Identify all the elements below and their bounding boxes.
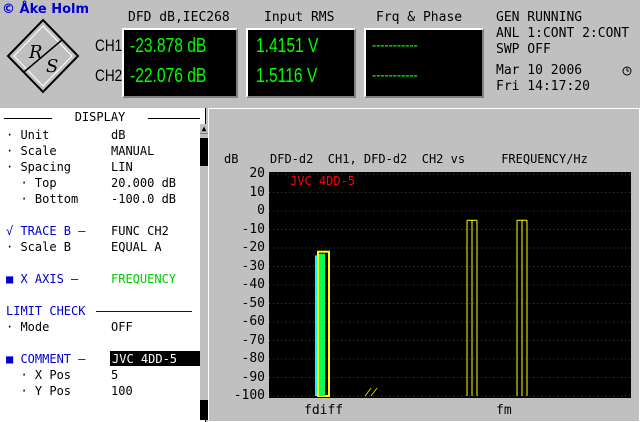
graph-title: DFD-d2 CH1, DFD-d2 CH2 vs FREQUENCY/Hz — [270, 152, 588, 166]
y-tick-label: -70 — [241, 332, 265, 348]
bar-ch1-fdiff-fill — [319, 253, 325, 396]
svg-text:R: R — [28, 42, 43, 63]
ch2-rms-value: 1.5116 V — [256, 65, 318, 87]
scroll-up-icon[interactable]: ▲ — [200, 124, 208, 134]
plot-svg — [269, 173, 631, 397]
col-title-freq: Frq & Phase — [376, 10, 463, 25]
title-rule-left — [4, 118, 52, 119]
y-tick-label: -30 — [241, 258, 265, 274]
col-title-dfd: DFD dB,IEC268 — [128, 10, 230, 25]
y-tick-label: -40 — [241, 277, 265, 292]
y-tick-label: -20 — [241, 240, 265, 255]
limit-check-rule — [96, 311, 192, 312]
y-tick-label: 20 — [249, 166, 265, 181]
plot-comment: JVC 4DD-5 — [290, 174, 356, 188]
ch1-label: CH1 — [95, 36, 123, 55]
panel-scrollbar[interactable]: ▲ — [200, 124, 208, 420]
swp-status: SWP OFF — [496, 42, 551, 57]
x-tick-label: fdiff — [304, 403, 344, 418]
ch1-freq-value: ----------- — [372, 37, 418, 54]
comment-input[interactable]: JVC 4DD-5 — [112, 352, 177, 366]
spur-mark — [370, 387, 378, 397]
title-rule-right — [148, 118, 200, 119]
ch2-freq-value: ----------- — [372, 67, 418, 84]
rs-logo: R S — [6, 18, 80, 94]
y-tick-label: -90 — [241, 369, 265, 385]
ch2-label: CH2 — [95, 66, 123, 85]
svg-text:S: S — [46, 56, 58, 77]
y-tick-label: -10 — [241, 221, 265, 237]
plot-area[interactable] — [269, 172, 631, 398]
spur-mark — [364, 387, 372, 397]
x-tick-label: fm — [496, 403, 512, 418]
date-display: Mar 10 2006 — [496, 63, 583, 78]
panel-title: DISPLAY — [74, 110, 126, 124]
ch2-level-value: -22.076 dB — [130, 65, 207, 87]
y-tick-label: -80 — [241, 351, 265, 366]
anl-status: ANL 1:CONT 2:CONT — [496, 26, 630, 41]
y-tick-label: -50 — [241, 295, 265, 311]
col-title-rms: Input RMS — [264, 10, 335, 25]
y-tick-label: -100 — [233, 388, 265, 403]
y-tick-label: -60 — [241, 314, 265, 329]
ch1-rms-value: 1.4151 V — [256, 35, 319, 57]
ch1-level-value: -23.878 dB — [130, 35, 207, 57]
scroll-thumb[interactable] — [200, 138, 208, 166]
y-tick-label: 0 — [257, 203, 265, 218]
gen-status: GEN RUNNING — [496, 10, 583, 25]
y-unit-label: dB — [224, 152, 239, 166]
time-display: Fri 14:17:20 — [496, 79, 590, 94]
y-tick-label: 10 — [249, 184, 265, 200]
scroll-thumb-lower[interactable] — [200, 400, 208, 420]
clock-icon — [622, 66, 632, 76]
